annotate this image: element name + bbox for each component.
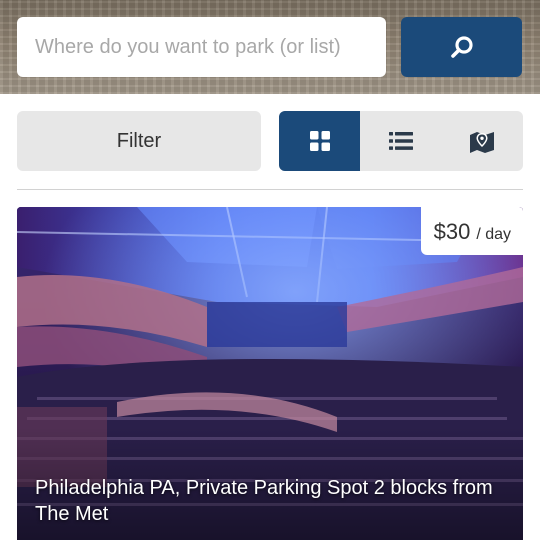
listing-title[interactable]: Philadelphia PA, Private Parking Spot 2 … bbox=[35, 475, 505, 527]
map-icon bbox=[470, 132, 495, 153]
search-input[interactable]: Where do you want to park (or list) bbox=[17, 17, 386, 77]
divider bbox=[17, 189, 523, 190]
price-amount: $30 bbox=[433, 219, 471, 244]
list-icon bbox=[388, 132, 413, 150]
grid-view-button[interactable] bbox=[279, 111, 361, 171]
hero-banner: Where do you want to park (or list) bbox=[0, 0, 540, 94]
list-view-button[interactable] bbox=[360, 111, 441, 171]
map-view-button[interactable] bbox=[442, 111, 523, 171]
search-placeholder: Where do you want to park (or list) bbox=[35, 35, 341, 58]
search-icon bbox=[450, 36, 473, 58]
price-unit: / day bbox=[476, 226, 511, 243]
listing-card[interactable]: $30 / day Philadelphia PA, Private Parki… bbox=[17, 207, 523, 540]
filter-button[interactable]: Filter bbox=[17, 111, 261, 171]
view-toggle bbox=[279, 111, 523, 171]
price-badge: $30 / day bbox=[420, 207, 523, 255]
grid-icon bbox=[309, 131, 330, 151]
search-button[interactable] bbox=[401, 17, 522, 77]
filter-label: Filter bbox=[116, 129, 162, 152]
